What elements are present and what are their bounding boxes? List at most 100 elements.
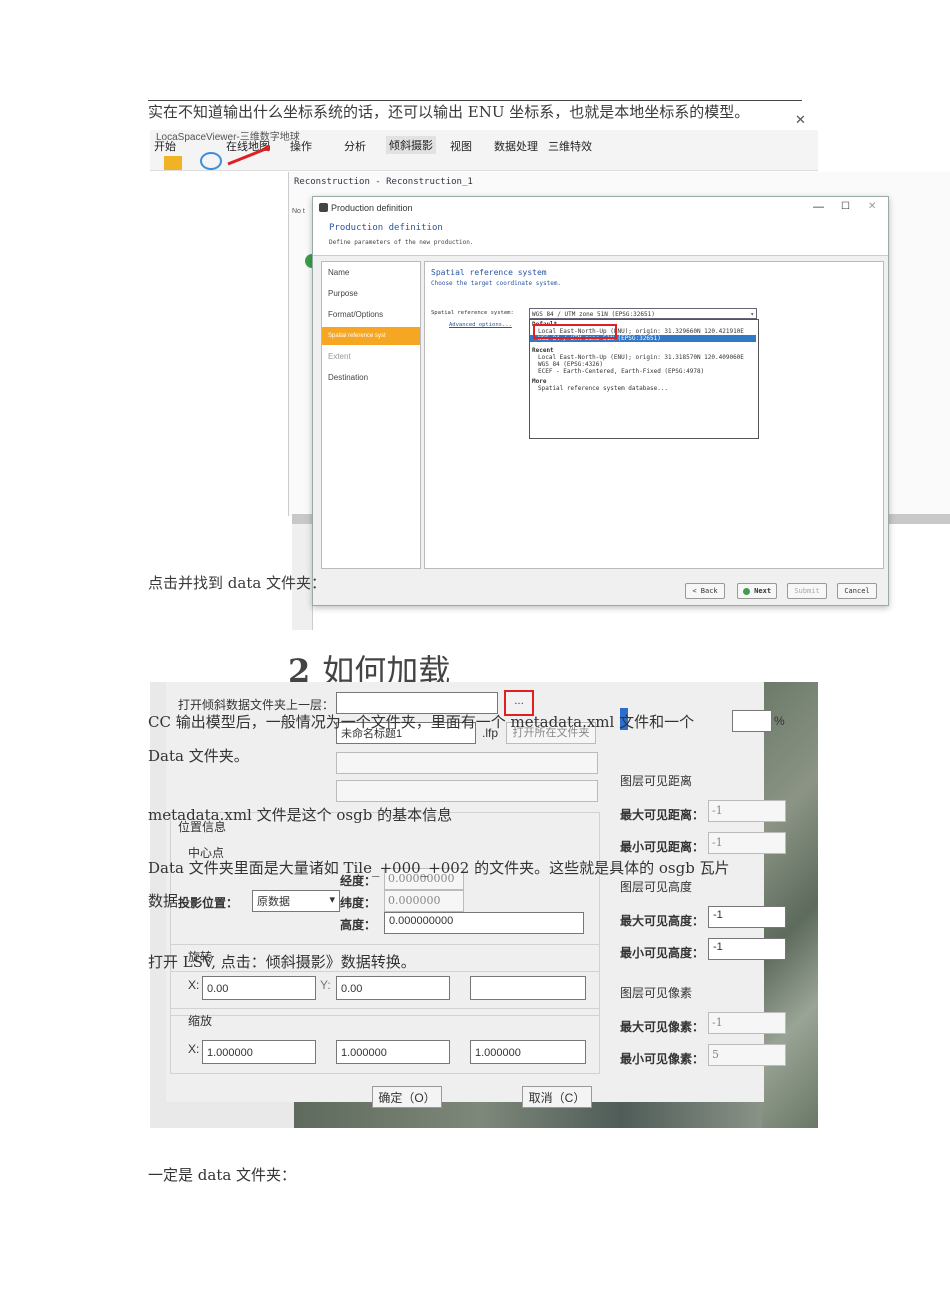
min-dist-input[interactable]: -1	[708, 832, 786, 854]
window-title: Reconstruction - Reconstruction_1	[294, 177, 473, 187]
header-title: Production definition	[329, 223, 443, 233]
paragraph-cc-output: CC 输出模型后，一般情况为一个文件夹，里面有一个 metadata.xml 文…	[148, 713, 695, 731]
rot-y-label: Y:	[320, 978, 331, 992]
proj-select[interactable]: 原数据 ▾	[252, 890, 340, 912]
lsv-toolbar: LocaSpaceViewer-三维数字地球 开始 在线地图 操作 分析 倾斜摄…	[150, 130, 818, 171]
next-icon	[742, 587, 750, 595]
srs-pane: Spatial reference system Choose the targ…	[424, 261, 884, 569]
advanced-link[interactable]: Advanced options...	[449, 322, 512, 328]
pane-subtitle: Choose the target coordinate system.	[431, 280, 562, 287]
header-subtitle: Define parameters of the new production.	[329, 239, 474, 246]
menu-3d[interactable]: 三维特效	[548, 138, 592, 154]
scale-y-input[interactable]: 1.000000	[336, 1040, 450, 1064]
rot-y-input[interactable]: 0.00	[336, 976, 450, 1000]
highlight-box	[533, 324, 617, 339]
min-px-label: 最小可见像素：	[620, 1052, 705, 1066]
dialog-body: 打开倾斜数据文件夹上一层： ... 未命名标题1 .lfp 打开所在文件夹 位置…	[166, 682, 786, 1108]
max-dist-label: 最大可见距离：	[620, 808, 705, 822]
proj-chevron-icon: ▾	[329, 894, 335, 906]
nav-format[interactable]: Format/Options	[322, 306, 420, 324]
scale-x-input[interactable]: 1.000000	[202, 1040, 316, 1064]
pane-title: Spatial reference system	[431, 268, 547, 277]
minimize-icon[interactable]: —	[813, 201, 824, 213]
max-dist-input[interactable]: -1	[708, 800, 786, 822]
dialog-title: Production definition	[331, 203, 413, 213]
srs-combo[interactable]: WGS 84 / UTM zone 51N (EPSG:32651) ▾	[529, 308, 757, 319]
rot-x-label: X:	[188, 978, 200, 992]
folder-icon[interactable]	[164, 156, 182, 170]
dialog-titlebar: Production definition — ☐ ✕	[313, 197, 888, 219]
menu-operate[interactable]: 操作	[290, 138, 312, 154]
paragraph-data-folder: Data 文件夹。	[148, 747, 249, 765]
scale-z-input[interactable]: 1.000000	[470, 1040, 586, 1064]
dialog-header: Production definition Define parameters …	[313, 219, 888, 256]
maximize-icon[interactable]: ☐	[841, 201, 850, 212]
convert-icon[interactable]	[200, 152, 222, 170]
paragraph-metadata: metadata.xml 文件是这个 osgb 的基本信息	[148, 806, 453, 824]
dialog-close-icon[interactable]: ✕	[868, 201, 876, 212]
rot-x-input[interactable]: 0.00	[202, 976, 316, 1000]
min-dist-label: 最小可见距离：	[620, 840, 705, 854]
min-h-input[interactable]: -1	[708, 938, 786, 960]
proj-label: 投影位置：	[178, 896, 239, 910]
scale-label: 缩放	[188, 1014, 213, 1028]
nav-name[interactable]: Name	[322, 264, 420, 282]
cancel-button[interactable]: Cancel	[837, 583, 877, 599]
paragraph-enu: 实在不知道输出什么坐标系统的话，还可以输出 ENU 坐标系，也就是本地坐标系的模…	[148, 103, 750, 121]
next-button[interactable]: Next	[737, 583, 777, 599]
rot-z-input[interactable]	[470, 976, 586, 1000]
drop-option-ecef[interactable]: ECEF - Earth-Centered, Earth-Fixed (EPSG…	[538, 368, 704, 375]
alt-input[interactable]: 0.000000000	[384, 912, 584, 934]
submit-button[interactable]: Submit	[787, 583, 827, 599]
production-dialog: Production definition — ☐ ✕ Production d…	[312, 196, 889, 606]
menu-start[interactable]: 开始	[154, 138, 176, 154]
drop-option-enu-recent[interactable]: Local East-North-Up (ENU); origin: 31.31…	[538, 354, 744, 361]
nav-destination[interactable]: Destination	[322, 369, 420, 387]
paragraph-find-data: 点击并找到 data 文件夹：	[148, 574, 327, 592]
lat-label: 纬度：	[340, 896, 377, 910]
paragraph-tile: Data 文件夹里面是大量诸如 Tile_+000_+002 的文件夹。这些就是…	[148, 859, 730, 877]
proj-value: 原数据	[257, 896, 290, 908]
cancel-button-2[interactable]: 取消（C）	[522, 1086, 592, 1108]
vis-pixel-label: 图层可见像素	[620, 986, 693, 1000]
max-h-label: 最大可见高度：	[620, 914, 705, 928]
ok-button[interactable]: 确定（O）	[372, 1086, 442, 1108]
next-label: Next	[754, 587, 772, 595]
percent-label: %	[774, 714, 785, 728]
lat-input[interactable]: 0.000000	[384, 890, 464, 912]
percent-input[interactable]	[732, 710, 772, 732]
scale-x-label: X:	[188, 1042, 200, 1056]
drop-option-wgs84[interactable]: WGS 84 (EPSG:4326)	[538, 361, 603, 368]
srs-combo-value: WGS 84 / UTM zone 51N (EPSG:32651)	[532, 311, 655, 318]
drop-recent-header: Recent	[532, 347, 554, 354]
nav-extent[interactable]: Extent	[322, 348, 420, 366]
nav-purpose[interactable]: Purpose	[322, 285, 420, 303]
min-px-input[interactable]: 5	[708, 1044, 786, 1066]
nav-srs[interactable]: Spatial reference syst	[322, 327, 420, 345]
max-px-label: 最大可见像素：	[620, 1020, 705, 1034]
max-px-input[interactable]: -1	[708, 1012, 786, 1034]
srs-input[interactable]	[336, 752, 598, 774]
paragraph-open-lsv: 打开 LSV, 点击：倾斜摄影》数据转换。	[148, 953, 416, 971]
menu-data[interactable]: 数据处理	[494, 138, 538, 154]
drop-more-header: More	[532, 378, 547, 385]
alt-label: 高度：	[340, 918, 377, 932]
max-h-input[interactable]: -1	[708, 906, 786, 928]
paragraph-tile-cont: 数据	[148, 892, 179, 910]
menu-view[interactable]: 视图	[450, 138, 472, 154]
srs-label: Spatial reference system:	[431, 310, 514, 316]
min-h-label: 最小可见高度：	[620, 946, 705, 960]
vis-dist-label: 图层可见距离	[620, 774, 693, 788]
back-button[interactable]: < Back	[685, 583, 725, 599]
vis-height-label: 图层可见高度	[620, 880, 693, 894]
srs-origin-input[interactable]	[336, 780, 598, 802]
paragraph-must-data: 一定是 data 文件夹：	[148, 1166, 297, 1184]
red-arrow-icon	[227, 145, 270, 166]
convert-dialog: 打开倾斜数据文件夹上一层： ... 未命名标题1 .lfp 打开所在文件夹 位置…	[150, 682, 818, 1128]
wizard-nav: Name Purpose Format/Options Spatial refe…	[321, 261, 421, 569]
dialog-logo-icon	[319, 203, 328, 212]
menu-oblique[interactable]: 倾斜摄影	[386, 136, 436, 154]
menu-analysis[interactable]: 分析	[344, 138, 366, 154]
drop-option-database[interactable]: Spatial reference system database...	[538, 385, 668, 392]
side-label: No t	[292, 208, 305, 215]
